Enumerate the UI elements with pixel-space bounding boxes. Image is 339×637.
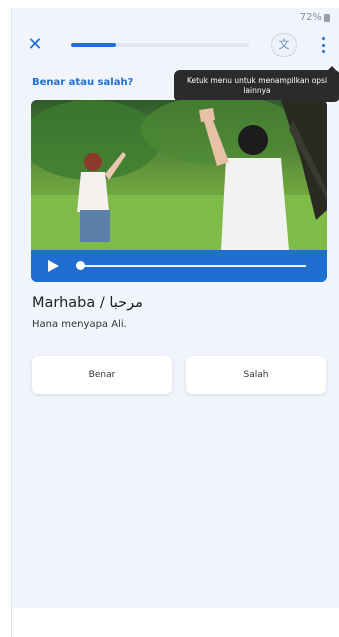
bottom-area [11, 608, 339, 637]
battery-icon [324, 13, 330, 22]
status-bar: 72% [12, 8, 339, 28]
true-button[interactable]: Benar [32, 356, 172, 394]
question-title: Benar atau salah? [32, 77, 134, 88]
close-icon[interactable]: ✕ [26, 36, 44, 54]
tooltip-text: Ketuk menu untuk menampilkan opsi lainny… [186, 76, 328, 95]
more-dot [321, 50, 325, 53]
menu-tooltip: Ketuk menu untuk menampilkan opsi lainny… [174, 66, 339, 102]
video-player[interactable] [31, 100, 327, 282]
tooltip-arrow [328, 66, 336, 70]
seek-bar[interactable] [78, 265, 306, 267]
video-controls [31, 250, 327, 282]
video-thumbnail [31, 100, 327, 250]
app-screen: 72% ✕ 文 Benar atau salah? Ketuk menu unt… [11, 8, 339, 608]
false-button[interactable]: Salah [186, 356, 326, 394]
battery-indicator: 72% [300, 12, 330, 23]
battery-level: 72% [299, 12, 322, 23]
more-options-icon[interactable] [317, 35, 329, 55]
translate-button[interactable]: 文 [271, 33, 297, 57]
seek-handle[interactable] [76, 261, 85, 270]
more-dot [321, 37, 325, 40]
lesson-progress-fill [71, 43, 116, 47]
lesson-progress-bar [71, 43, 249, 47]
play-icon[interactable] [48, 260, 59, 272]
more-dot [321, 43, 325, 47]
sentence-text: Hana menyapa Ali. [32, 319, 127, 330]
phrase-text: Marhaba / مرحبا [32, 295, 143, 311]
